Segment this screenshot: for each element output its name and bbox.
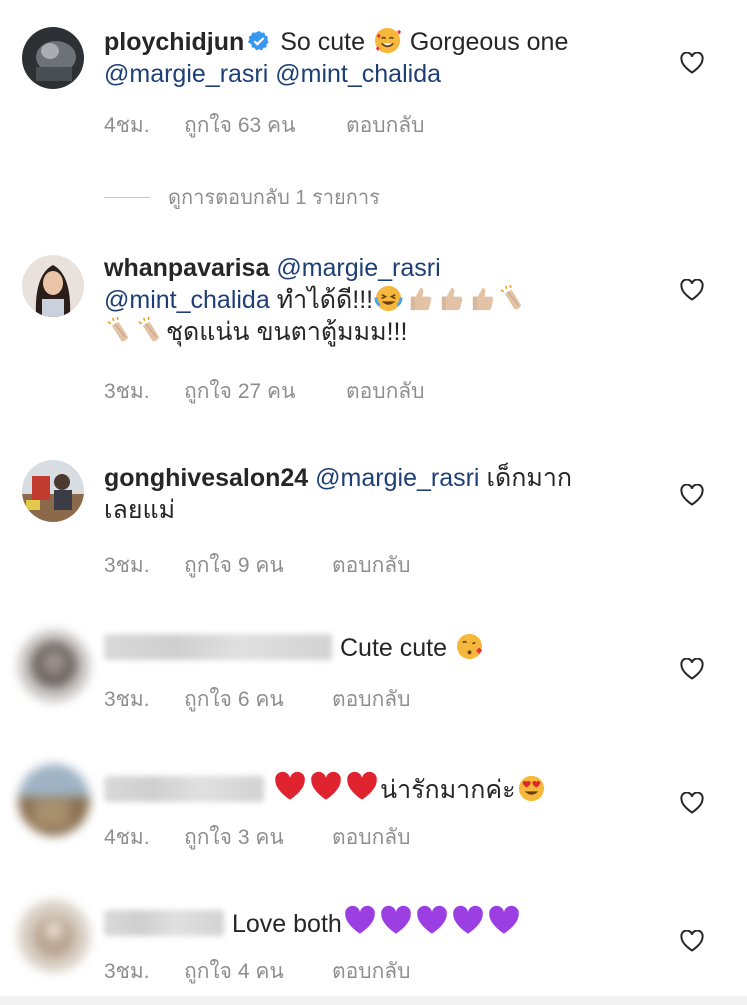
avatar[interactable] (22, 460, 84, 522)
clapping-hands-emoji-icon (136, 316, 165, 345)
comment-meta: 4ชม. ถูกใจ 3 คน ตอบกลับ (104, 821, 411, 854)
username[interactable]: whanpavarisa (104, 254, 269, 282)
laughing-tears-emoji-icon (374, 284, 403, 313)
red-heart-emoji-icon (345, 769, 379, 803)
reply-button[interactable]: ตอบกลับ (332, 549, 411, 582)
thumbs-up-emoji-icon (436, 284, 465, 313)
comment-body: ทำได้ดี!!! (276, 286, 374, 314)
comment-time: 3ชม. (104, 380, 150, 403)
mention-link[interactable]: @margie_rasri (315, 464, 479, 492)
comment-time: 3ชม. (104, 554, 150, 577)
verified-badge-icon (248, 28, 270, 51)
comment-text: Cute cute (104, 632, 644, 664)
blurred-username[interactable] (104, 910, 224, 936)
avatar[interactable] (18, 900, 90, 972)
heart-outline-icon[interactable] (680, 930, 704, 952)
mention-link[interactable]: @margie_rasri (104, 60, 268, 88)
reply-button[interactable]: ตอบกลับ (332, 821, 411, 854)
comment-text: น่ารักมากค่ะ (104, 769, 644, 806)
comment-time: 3ชม. (104, 688, 150, 711)
view-replies-button[interactable]: ดูการตอบกลับ 1 รายการ (104, 181, 380, 213)
like-count[interactable]: ถูกใจ 6 คน (184, 683, 332, 716)
bottom-edge (0, 996, 747, 1005)
clapping-hands-emoji-icon (498, 284, 527, 313)
thumbs-up-emoji-icon (467, 284, 496, 313)
comment-text: gonghivesalon24 @margie_rasri เด็กมาก เล… (104, 462, 644, 526)
divider (104, 196, 150, 198)
heart-eyes-emoji-icon (517, 774, 546, 803)
purple-heart-emoji-icon (343, 903, 377, 937)
comment-body-2: ชุดแน่น ขนตาตู้มมม!!! (166, 318, 408, 346)
comment-body: Cute cute (340, 634, 448, 662)
clapping-hands-emoji-icon (105, 316, 134, 345)
comment-meta: 3ชม. ถูกใจ 9 คน ตอบกลับ (104, 549, 411, 582)
reply-button[interactable]: ตอบกลับ (346, 375, 425, 408)
comment-body: So cute (280, 28, 366, 56)
blurred-username[interactable] (104, 634, 332, 660)
comment-body-2: เลยแม่ (104, 496, 176, 524)
comment-meta: 4ชม. ถูกใจ 63 คน ตอบกลับ (104, 109, 425, 142)
reply-button[interactable]: ตอบกลับ (332, 683, 411, 716)
mention-link[interactable]: @mint_chalida (104, 286, 270, 314)
heart-outline-icon[interactable] (680, 279, 704, 301)
comment-time: 4ชม. (104, 114, 150, 137)
purple-heart-emoji-icon (451, 903, 485, 937)
like-count[interactable]: ถูกใจ 4 คน (184, 955, 332, 988)
username[interactable]: gonghivesalon24 (104, 464, 308, 492)
avatar[interactable] (18, 630, 90, 702)
comment-body: Love both (232, 910, 342, 938)
purple-heart-emoji-icon (487, 903, 521, 937)
smiling-face-with-hearts-emoji-icon (373, 26, 402, 55)
avatar[interactable] (22, 255, 84, 317)
reply-button[interactable]: ตอบกลับ (332, 955, 411, 988)
heart-outline-icon[interactable] (680, 484, 704, 506)
heart-outline-icon[interactable] (680, 658, 704, 680)
comment-text: ploychidjun So cute Gorgeous one @margie… (104, 26, 644, 90)
username[interactable]: ploychidjun (104, 28, 244, 56)
comment-text: whanpavarisa @margie_rasri @mint_chalida… (104, 252, 644, 348)
comment-time: 4ชม. (104, 826, 150, 849)
like-count[interactable]: ถูกใจ 27 คน (184, 375, 346, 408)
red-heart-emoji-icon (273, 769, 307, 803)
like-count[interactable]: ถูกใจ 9 คน (184, 549, 332, 582)
face-blowing-kiss-emoji-icon (455, 632, 484, 661)
comment-body: เด็กมาก (486, 464, 573, 492)
red-heart-emoji-icon (309, 769, 343, 803)
comment-text: Love both (104, 903, 644, 940)
heart-outline-icon[interactable] (680, 52, 704, 74)
thumbs-up-emoji-icon (405, 284, 434, 313)
comment-body-2: Gorgeous one (409, 28, 569, 56)
comment-time: 3ชม. (104, 960, 150, 983)
purple-heart-emoji-icon (415, 903, 449, 937)
mention-link[interactable]: @margie_rasri (276, 254, 440, 282)
heart-outline-icon[interactable] (680, 792, 704, 814)
mention-link[interactable]: @mint_chalida (275, 60, 441, 88)
avatar[interactable] (18, 764, 90, 836)
reply-button[interactable]: ตอบกลับ (346, 109, 425, 142)
blurred-username[interactable] (104, 776, 264, 802)
view-replies-label: ดูการตอบกลับ 1 รายการ (168, 187, 380, 209)
comment-body: น่ารักมากค่ะ (380, 776, 516, 804)
avatar[interactable] (22, 27, 84, 89)
like-count[interactable]: ถูกใจ 63 คน (184, 109, 346, 142)
comment-meta: 3ชม. ถูกใจ 6 คน ตอบกลับ (104, 683, 411, 716)
comment-meta: 3ชม. ถูกใจ 27 คน ตอบกลับ (104, 375, 425, 408)
comment-meta: 3ชม. ถูกใจ 4 คน ตอบกลับ (104, 955, 411, 988)
like-count[interactable]: ถูกใจ 3 คน (184, 821, 332, 854)
purple-heart-emoji-icon (379, 903, 413, 937)
